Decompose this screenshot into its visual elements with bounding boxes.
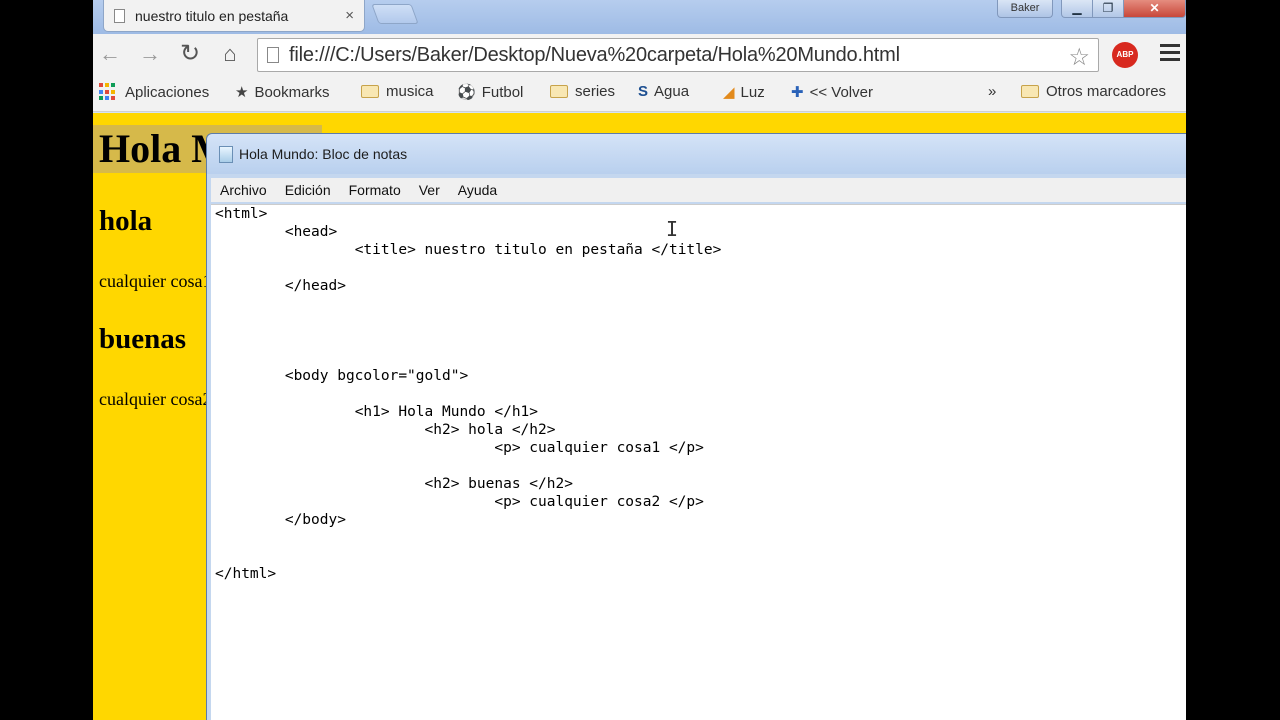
page-heading-buenas: buenas <box>99 323 187 355</box>
page-heading-hola: hola <box>99 205 153 237</box>
url-text[interactable]: file:///C:/Users/Baker/Desktop/Nueva%20c… <box>289 44 900 67</box>
text-cursor-icon: I <box>666 217 679 241</box>
bookmark-volver[interactable]: ✚ << Volver <box>791 83 873 102</box>
bookmark-label: Luz <box>740 83 765 101</box>
notepad-icon <box>219 145 233 163</box>
bookmark-luz[interactable]: ◢ Luz <box>723 83 765 102</box>
notepad-titlebar[interactable]: Hola Mundo: Bloc de notas <box>207 134 1186 174</box>
menu-formato[interactable]: Formato <box>340 182 410 198</box>
desktop-screen: nuestro titulo en pestaña × Baker ▁ ❐ ✕ … <box>93 0 1186 720</box>
bookmark-label: Otros marcadores <box>1046 83 1167 100</box>
bookmark-label: Aplicaciones <box>125 83 210 101</box>
back-arrow-icon[interactable]: ← <box>97 42 123 66</box>
bookmark-futbol[interactable]: ⚽ Futbol <box>457 83 524 102</box>
tab-title: nuestro titulo en pestaña <box>135 7 289 24</box>
bookmark-musica[interactable]: musica <box>361 83 434 100</box>
bookmark-agua[interactable]: S Agua <box>638 83 689 100</box>
menu-archivo[interactable]: Archivo <box>211 182 276 198</box>
restore-button[interactable]: ❐ <box>1092 0 1124 18</box>
new-tab-button[interactable] <box>371 4 419 24</box>
minimize-button[interactable]: ▁ <box>1061 0 1093 18</box>
bookmark-aplicaciones[interactable]: Aplicaciones <box>99 83 209 101</box>
puzzle-icon: ✚ <box>791 84 804 101</box>
window-close-button[interactable]: ✕ <box>1123 0 1186 18</box>
bookmark-star-icon[interactable]: ☆ <box>1068 43 1090 72</box>
bookmarks-bar: Aplicaciones ★ Bookmarks musica ⚽ Futbol… <box>93 76 1186 112</box>
notepad-text-area[interactable]: <html> <head> <title> nuestro titulo en … <box>211 204 1186 720</box>
agua-logo-icon: S <box>638 83 649 100</box>
bookmark-label: musica <box>386 83 434 100</box>
bookmark-label: Bookmarks <box>254 83 330 101</box>
bookmark-label: series <box>575 83 616 100</box>
menu-edicion[interactable]: Edición <box>276 182 340 198</box>
tab-active[interactable]: nuestro titulo en pestaña × <box>103 0 365 32</box>
hamburger-menu-icon[interactable] <box>1160 44 1180 65</box>
bookmark-label: << Volver <box>809 83 873 101</box>
adblock-extension-icon[interactable]: ABP <box>1112 42 1138 68</box>
notepad-menubar: Archivo Edición Formato Ver Ayuda <box>211 178 1186 202</box>
notepad-title: Hola Mundo: Bloc de notas <box>239 146 408 162</box>
bookmark-label: Agua <box>654 83 690 100</box>
page-paragraph-1: cualquier cosa1 <box>99 271 212 291</box>
apps-grid-icon <box>99 83 117 101</box>
user-profile-badge[interactable]: Baker <box>997 0 1053 18</box>
menu-ver[interactable]: Ver <box>410 182 449 198</box>
bookmarks-overflow-button[interactable]: » <box>988 83 996 100</box>
page-paragraph-2: cualquier cosa2 <box>99 389 212 409</box>
other-bookmarks[interactable]: Otros marcadores <box>1021 83 1166 100</box>
forward-arrow-icon[interactable]: → <box>137 42 163 66</box>
luz-logo-icon: ◢ <box>723 84 735 101</box>
notepad-window: Hola Mundo: Bloc de notas Archivo Edició… <box>206 133 1186 720</box>
page-favicon-icon <box>114 8 125 23</box>
folder-icon <box>361 85 379 98</box>
notepad-content[interactable]: <html> <head> <title> nuestro titulo en … <box>215 205 721 583</box>
bookmark-series[interactable]: series <box>550 83 615 100</box>
folder-icon <box>550 85 568 98</box>
tab-close-icon[interactable]: × <box>345 7 354 24</box>
address-bar[interactable]: file:///C:/Users/Baker/Desktop/Nueva%20c… <box>257 38 1099 72</box>
reload-icon[interactable]: ↻ <box>177 42 203 66</box>
bookmark-label: Futbol <box>481 83 524 101</box>
home-icon[interactable]: ⌂ <box>217 42 243 66</box>
tab-strip: nuestro titulo en pestaña × Baker ▁ ❐ ✕ <box>93 0 1186 34</box>
browser-toolbar: ← → ↻ ⌂ file:///C:/Users/Baker/Desktop/N… <box>93 34 1186 76</box>
menu-ayuda[interactable]: Ayuda <box>449 182 506 198</box>
page-icon <box>267 47 279 63</box>
bookmark-bookmarks[interactable]: ★ Bookmarks <box>235 83 330 102</box>
soccer-ball-icon: ⚽ <box>457 84 476 101</box>
folder-icon <box>1021 85 1039 98</box>
star-icon: ★ <box>235 84 249 101</box>
